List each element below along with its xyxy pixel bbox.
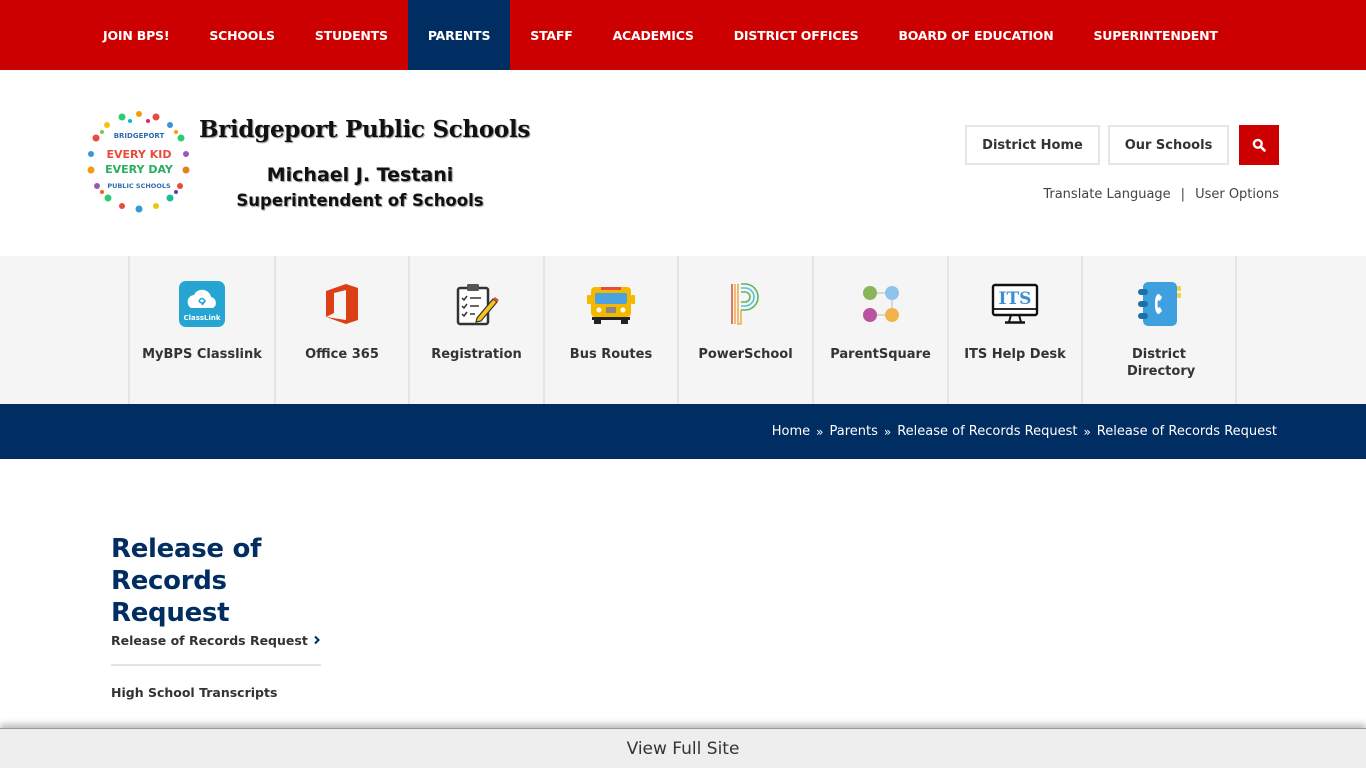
section-subnav: Release of Records Request High School T… [111, 622, 321, 710]
user-options-link[interactable]: User Options [1195, 187, 1279, 202]
subnav-item-high-school-transcripts[interactable]: High School Transcripts [111, 674, 321, 710]
our-schools-button[interactable]: Our Schools [1108, 125, 1229, 165]
logo-badge-line2: EVERY DAY [105, 163, 174, 176]
utility-separator: | [1180, 187, 1186, 202]
subnav-item-label: High School Transcripts [111, 684, 278, 700]
quicklink-office-365[interactable]: Office 365 [276, 256, 410, 404]
phonebook-icon [1138, 282, 1181, 326]
quicklink-label: Office 365 [305, 347, 379, 362]
svg-text:ITS: ITS [999, 289, 1032, 309]
site-logo[interactable]: BRIDGEPORT EVERY KID EVERY DAY PUBLIC SC… [86, 108, 531, 218]
logo-badge-top-text: BRIDGEPORT [114, 132, 165, 140]
utility-links: Translate Language | User Options [1043, 187, 1279, 202]
nav-item-district-offices[interactable]: DISTRICT OFFICES [714, 0, 879, 70]
quicklink-label: Registration [431, 347, 522, 362]
nav-item-superintendent[interactable]: SUPERINTENDENT [1073, 0, 1237, 70]
quicklink-label: MyBPS Classlink [142, 347, 262, 362]
breadcrumb-parents[interactable]: Parents [829, 424, 877, 439]
search-icon [1252, 138, 1266, 152]
quicklink-label: ParentSquare [830, 347, 931, 362]
subnav-item-release-of-records[interactable]: Release of Records Request [111, 622, 321, 666]
page-title: Release of Records Request [111, 534, 262, 628]
breadcrumb-separator: » [1083, 424, 1091, 439]
quicklink-powerschool[interactable]: PowerSchool [679, 256, 814, 404]
logo-title: Bridgeport Public Schools [199, 116, 531, 143]
chevron-right-icon [314, 635, 320, 645]
quicklink-registration[interactable]: Registration [410, 256, 545, 404]
view-full-site-button[interactable]: View Full Site [0, 728, 1366, 768]
svg-text:ClassLink: ClassLink [183, 314, 220, 322]
quick-links-bar: ClassLink MyBPS Classlink Office 365 Reg… [0, 256, 1366, 404]
clipboard-icon [456, 284, 499, 326]
classlink-icon: ClassLink [179, 281, 225, 327]
school-bus-icon [587, 287, 635, 324]
nav-item-schools[interactable]: SCHOOLS [189, 0, 294, 70]
breadcrumb-separator: » [883, 424, 892, 439]
breadcrumb-release-of-records[interactable]: Release of Records Request [897, 424, 1077, 439]
quicklink-its-help-desk[interactable]: ITS ITS Help Desk [949, 256, 1083, 404]
subnav-item-label: Release of Records Request [111, 632, 308, 648]
breadcrumb-separator: » [816, 424, 824, 439]
parentsquare-icon [862, 286, 899, 322]
quicklink-label: PowerSchool [698, 347, 793, 362]
nav-item-students[interactable]: STUDENTS [295, 0, 408, 70]
nav-item-board-of-education[interactable]: BOARD OF EDUCATION [878, 0, 1073, 70]
nav-item-staff[interactable]: STAFF [510, 0, 592, 70]
quicklink-bus-routes[interactable]: Bus Routes [545, 256, 679, 404]
top-navigation: JOIN BPS! SCHOOLS STUDENTS PARENTS STAFF… [0, 0, 1366, 70]
logo-badge-icon: BRIDGEPORT EVERY KID EVERY DAY PUBLIC SC… [87, 111, 190, 213]
nav-item-join-bps[interactable]: JOIN BPS! [83, 0, 189, 70]
breadcrumb-bar: Home » Parents » Release of Records Requ… [0, 404, 1366, 459]
quicklink-label: Bus Routes [569, 347, 653, 362]
breadcrumb: Home » Parents » Release of Records Requ… [772, 404, 1277, 459]
logo-badge-line1: EVERY KID [107, 148, 172, 161]
quicklink-label: ITS Help Desk [964, 347, 1066, 362]
logo-superintendent-title: Superintendent of Schools [236, 191, 484, 210]
logo-badge-bottom-text: PUBLIC SCHOOLS [107, 182, 171, 190]
breadcrumb-home[interactable]: Home [772, 424, 810, 439]
nav-item-parents[interactable]: PARENTS [407, 0, 511, 70]
quicklink-mybps-classlink[interactable]: ClassLink MyBPS Classlink [130, 256, 276, 404]
breadcrumb-current: Release of Records Request [1096, 424, 1277, 439]
district-home-button[interactable]: District Home [965, 125, 1100, 165]
powerschool-icon [730, 283, 759, 325]
quicklink-parentsquare[interactable]: ParentSquare [814, 256, 949, 404]
quicklink-label: District Directory [1127, 347, 1196, 379]
nav-item-academics[interactable]: ACADEMICS [593, 0, 714, 70]
quicklink-district-directory[interactable]: District Directory [1083, 256, 1237, 404]
translate-language-link[interactable]: Translate Language [1043, 187, 1170, 202]
search-button[interactable] [1239, 125, 1279, 165]
monitor-icon: ITS [991, 283, 1039, 324]
office365-icon [326, 284, 358, 324]
logo-superintendent-name: Michael J. Testani [266, 164, 454, 186]
